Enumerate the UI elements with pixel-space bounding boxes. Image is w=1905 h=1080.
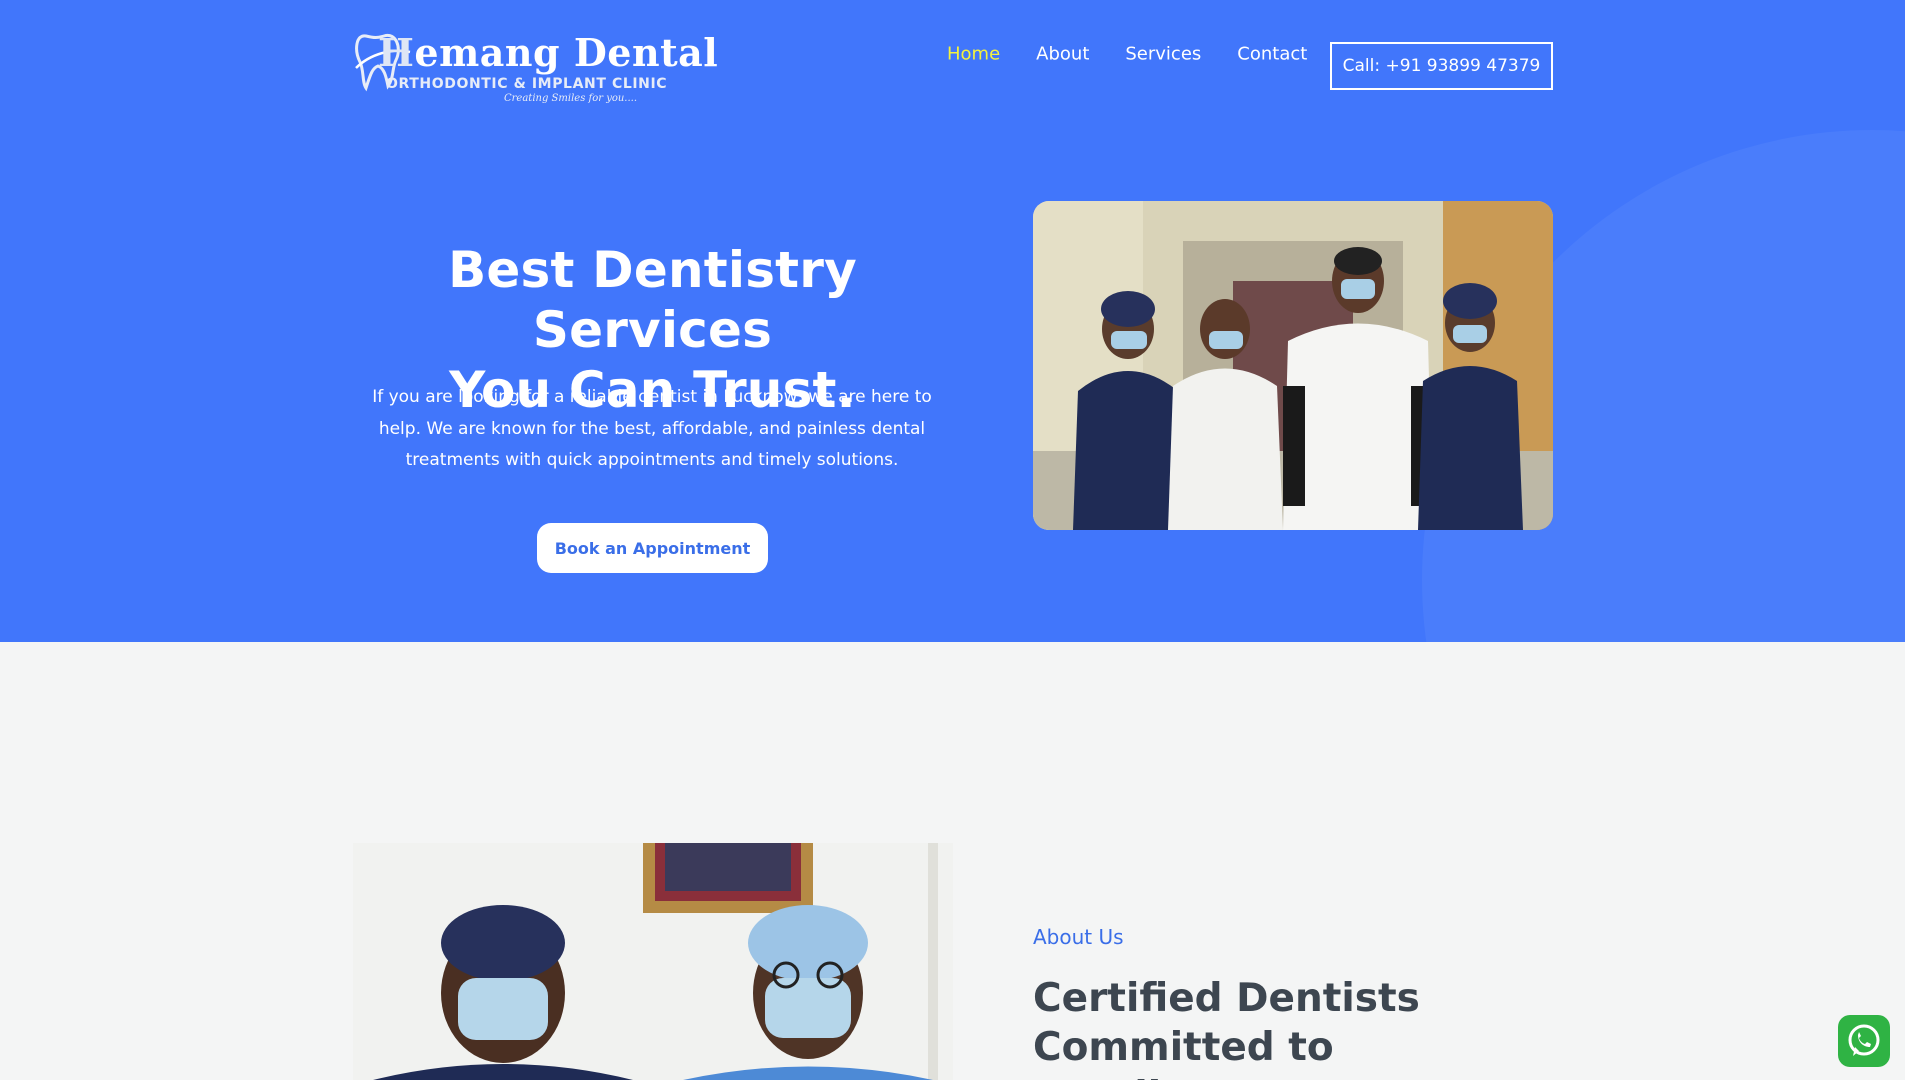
logo-initial: H [378, 30, 415, 75]
about-photo [353, 843, 953, 1080]
hero-section: Hemang Dental ORTHODONTIC & IMPLANT CLIN… [0, 0, 1905, 642]
team-photo-illustration [1033, 201, 1553, 530]
book-appointment-button[interactable]: Book an Appointment [537, 523, 768, 573]
nav-services[interactable]: Services [1125, 44, 1201, 65]
nav-about[interactable]: About [1036, 44, 1089, 65]
nav-contact[interactable]: Contact [1237, 44, 1307, 65]
team-photo [1033, 201, 1553, 530]
hero-description: If you are looking for a reliable dentis… [372, 387, 932, 470]
logo-tagline: Creating Smiles for you.... [504, 93, 638, 104]
logo-name-rest: emang Dental [414, 30, 719, 75]
logo-subtitle: ORTHODONTIC & IMPLANT CLINIC [386, 76, 668, 92]
hero-title-line1: Best Dentistry Services [448, 241, 857, 359]
about-photo-illustration [353, 843, 953, 1080]
whatsapp-icon [1848, 1024, 1880, 1056]
main-navigation: Home About Services Contact [947, 44, 1307, 65]
about-section-label: About Us [1033, 925, 1124, 949]
clinic-logo[interactable]: Hemang Dental ORTHODONTIC & IMPLANT CLIN… [352, 24, 718, 106]
logo-wordmark: Hemang Dental [378, 30, 718, 75]
about-section-title: Certified Dentists Committed to Excellen… [1033, 976, 1420, 1080]
nav-home[interactable]: Home [947, 44, 1000, 65]
whatsapp-chat-button[interactable] [1838, 1015, 1890, 1067]
call-button[interactable]: Call: +91 93899 47379 [1330, 42, 1553, 90]
